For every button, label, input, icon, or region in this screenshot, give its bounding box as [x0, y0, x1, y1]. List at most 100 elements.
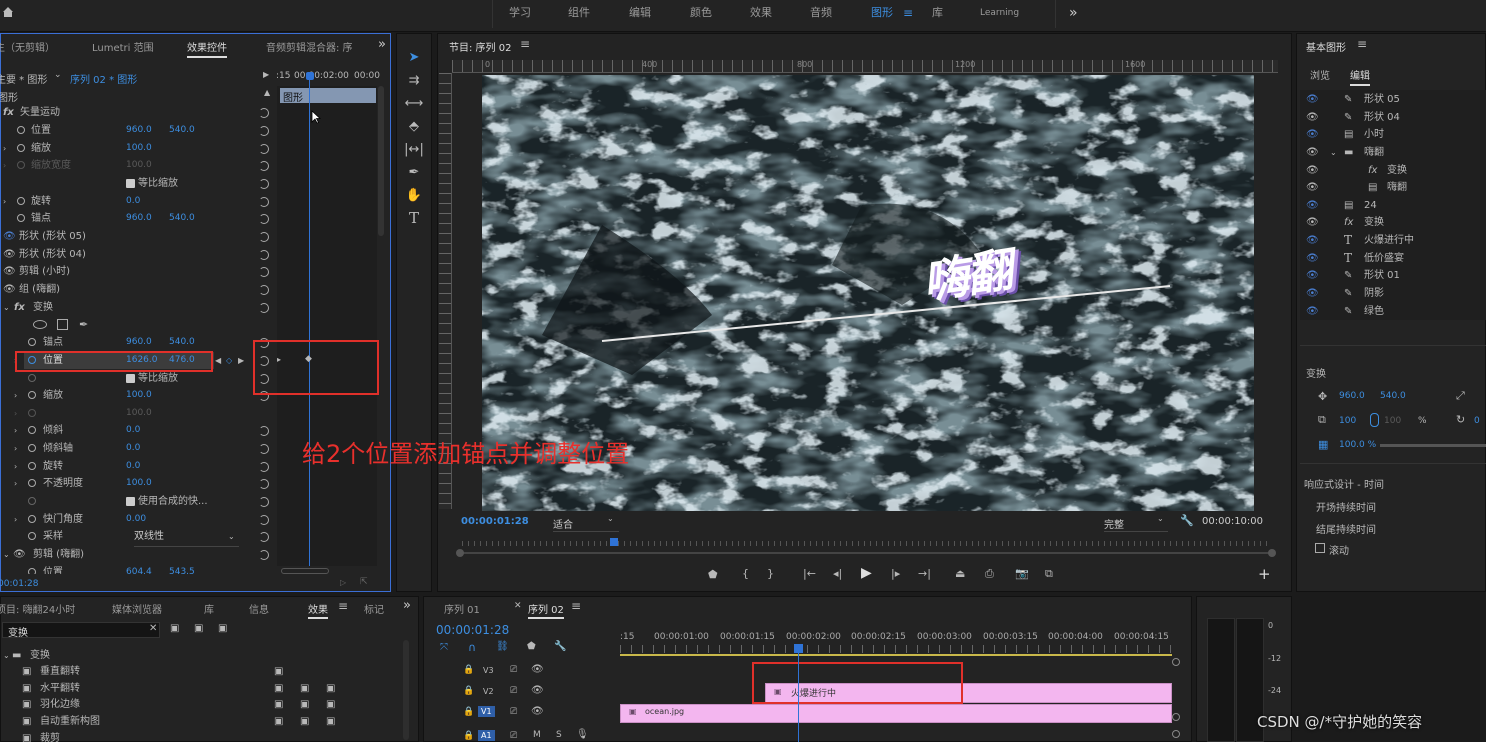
layer-item[interactable]: 👁 ✎ 绿色 — [1300, 303, 1486, 321]
tab-browse[interactable]: 浏览 — [1310, 67, 1330, 82]
tab-lumetri-scopes[interactable]: Lumetri 范围 — [92, 39, 154, 54]
param-row-anchor[interactable]: 锚点 960.0 540.0 — [0, 210, 275, 228]
param-value-y[interactable]: 540.0 — [169, 122, 195, 140]
linked-selection-icon[interactable]: ⛓ — [496, 641, 509, 652]
play-only-icon[interactable]: ▶ — [263, 70, 269, 79]
comp-shutter-checkbox[interactable]: 使用合成的快... — [126, 493, 208, 511]
workspace-more-button[interactable]: » — [1069, 0, 1078, 28]
comparison-view-icon[interactable]: ⧉ — [1045, 567, 1053, 581]
workspace-tab-effects[interactable]: 效果 — [750, 0, 772, 28]
timeline-scroll-knob[interactable] — [1172, 730, 1180, 738]
work-area-bar[interactable] — [620, 654, 1172, 656]
timeline-playhead-handle[interactable] — [794, 644, 803, 653]
param-row-sampling[interactable]: 采样 双线性 ⌄ — [0, 528, 275, 547]
param-value-y[interactable]: 540.0 — [169, 210, 195, 228]
param-value[interactable]: 0.0 — [126, 193, 140, 211]
timeline-scroll-knob[interactable] — [1172, 658, 1180, 666]
track-a1-header[interactable]: 🔒 A1 ⎚ M S 🎙 — [426, 728, 618, 742]
layer-item[interactable]: 👁 fx 变换 — [1300, 214, 1486, 232]
mark-in-icon[interactable]: { — [742, 567, 749, 580]
effect-item[interactable]: ▣ 垂直翻转 ▣ — [0, 664, 410, 681]
effect-item[interactable]: ▣ 自动重新构图 ▣ ▣ ▣ — [0, 714, 410, 731]
param-value-x[interactable]: 960.0 — [126, 210, 152, 228]
32bit-effects-icon[interactable]: ▣ — [194, 623, 203, 634]
ec-playhead-marker[interactable] — [306, 72, 314, 80]
eye-icon[interactable]: 👁 — [1306, 267, 1319, 285]
step-forward-icon[interactable]: |▸ — [891, 567, 900, 580]
param-row-transform-scale[interactable]: › 缩放 100.0 — [0, 387, 275, 405]
ec-export-icon[interactable]: ⇱ — [360, 577, 368, 587]
program-playhead-marker[interactable] — [610, 538, 618, 546]
param-value[interactable]: 0.0 — [126, 458, 140, 476]
param-value[interactable]: 0.0 — [126, 440, 140, 458]
param-value-x[interactable]: 604.4 — [126, 564, 152, 574]
eye-icon[interactable]: 👁 — [13, 546, 26, 564]
layer-item[interactable]: 👁 ▤ 24 — [1300, 197, 1486, 215]
title-graphic-text[interactable]: 嗨翻 — [917, 234, 1014, 313]
ec-zoom-slider[interactable] — [281, 568, 329, 574]
layer-item[interactable]: 👁 ✎ 形状 01 — [1300, 267, 1486, 285]
reset-icon[interactable] — [259, 161, 269, 171]
tab-markers[interactable]: 标记 — [364, 601, 386, 616]
scale-height-value[interactable]: 100 — [1384, 416, 1401, 426]
stopwatch-icon[interactable] — [28, 479, 36, 487]
reset-icon[interactable] — [259, 250, 269, 260]
next-keyframe-icon[interactable]: ▶ — [238, 352, 244, 370]
playhead-timecode[interactable]: 00:00:01:28 — [461, 516, 529, 527]
eye-icon[interactable]: 👁 — [1306, 109, 1319, 127]
tab-project[interactable]: 项目: 嗨翻24小时 — [0, 601, 75, 616]
export-frame-icon[interactable]: 📷 — [1015, 567, 1029, 580]
param-row-comp-shutter[interactable]: 使用合成的快... — [0, 493, 275, 511]
razor-tool-icon[interactable]: ⬘ — [404, 117, 424, 137]
effect-row-transform[interactable]: ⌄ fx 变换 — [0, 299, 275, 317]
param-value-y[interactable]: 543.5 — [169, 564, 195, 574]
workspace-tab-color[interactable]: 颜色 — [690, 0, 712, 28]
rotation-value[interactable]: 0 — [1474, 416, 1480, 426]
workspace-tab-libraries[interactable]: 库 — [932, 0, 943, 28]
stopwatch-icon[interactable] — [28, 374, 36, 382]
sync-lock-icon[interactable]: ⎚ — [510, 731, 517, 741]
param-row-skew-axis[interactable]: › 倾斜轴 0.0 — [0, 440, 275, 458]
ec-scrollbar[interactable] — [378, 86, 384, 236]
sequence-label[interactable]: 序列 02 * 图形 — [70, 71, 137, 86]
sampling-dropdown[interactable]: 双线性 — [134, 528, 239, 547]
home-icon[interactable] — [2, 6, 14, 18]
param-value-x[interactable]: 960.0 — [126, 122, 152, 140]
stopwatch-icon[interactable] — [28, 532, 36, 540]
param-row-position[interactable]: 位置 960.0 540.0 — [0, 122, 275, 140]
program-scrub-bar[interactable] — [456, 548, 1276, 558]
tab-sequence-01[interactable]: 序列 01 — [444, 601, 480, 616]
workspace-tab-learn[interactable]: 学习 — [509, 0, 531, 28]
lock-icon[interactable]: 🔒 — [463, 731, 474, 741]
tab-effects[interactable]: 效果 — [308, 601, 328, 619]
param-row-clip-position[interactable]: 位置 604.4 543.5 — [0, 564, 275, 574]
add-marker-icon[interactable]: ⬟ — [708, 568, 718, 581]
layer-item[interactable]: 👁 T 火爆进行中 — [1300, 232, 1486, 250]
stopwatch-icon[interactable] — [28, 497, 36, 505]
chevron-right-icon[interactable]: › — [14, 422, 17, 440]
reset-icon[interactable] — [259, 214, 269, 224]
param-value-y[interactable]: 540.0 — [169, 334, 195, 352]
eye-icon[interactable]: 👁 — [1306, 91, 1319, 109]
effect-row-vector-motion[interactable]: fx 矢量运动 — [0, 104, 275, 122]
effect-item[interactable]: ▣ 羽化边缘 ▣ ▣ ▣ — [0, 697, 410, 714]
stopwatch-icon[interactable] — [28, 426, 36, 434]
hamburger-icon[interactable]: ≡ — [338, 599, 348, 613]
layer-item[interactable]: 👁 ▤ 嗨翻 — [1300, 179, 1486, 197]
eye-icon[interactable]: 👁 — [3, 228, 16, 246]
effect-item[interactable]: ▣ 水平翻转 ▣ ▣ ▣ — [0, 681, 410, 698]
eye-icon[interactable]: 👁 — [1306, 285, 1319, 303]
hamburger-icon[interactable]: ≡ — [571, 599, 581, 613]
param-value-x[interactable]: 960.0 — [126, 334, 152, 352]
collapse-icon[interactable]: ▲ — [264, 88, 270, 97]
reset-icon[interactable] — [259, 267, 269, 277]
add-keyframe-icon[interactable]: ◇ — [226, 352, 232, 370]
add-marker-icon[interactable]: ⬟ — [527, 641, 536, 652]
eye-icon[interactable]: 👁 — [3, 281, 16, 299]
microphone-icon[interactable]: 🎙 — [576, 729, 589, 740]
eye-icon[interactable]: 👁 — [3, 246, 16, 264]
reset-icon[interactable] — [259, 462, 269, 472]
tab-source[interactable]: 主（无剪辑） — [0, 39, 55, 54]
param-row-uniform-scale[interactable]: 等比缩放 — [0, 175, 275, 193]
eye-icon[interactable]: 👁 — [1306, 214, 1319, 232]
